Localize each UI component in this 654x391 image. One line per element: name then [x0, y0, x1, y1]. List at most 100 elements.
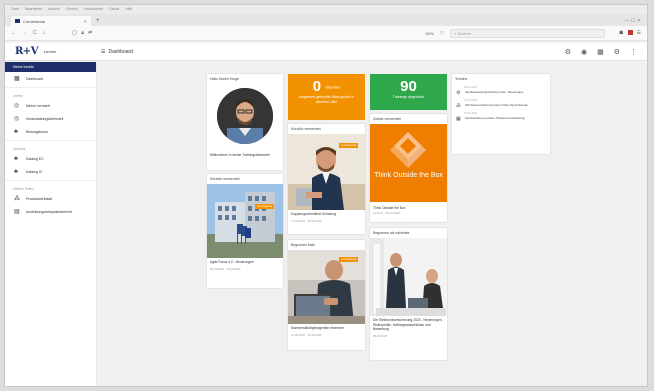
sidebar-item-katalog-ec[interactable]: ♣ Katalog EC [5, 152, 96, 165]
close-tab-icon[interactable]: ✕ [84, 19, 87, 24]
recent-card-3[interactable]: Zuletzt verwendet Think Outside the Box … [370, 114, 447, 222]
gear-icon[interactable]: ⚙ [614, 48, 620, 56]
browser-navbar: ← → C ⌂ ◯ 🔒︎ ⇄ 90% ☆ ⌕ Suchen ☗ ☰ [5, 26, 647, 41]
sidebar-item-label: Produktwerkstatt [26, 196, 53, 201]
sidebar-section-title: Weitere Seiten [13, 187, 34, 191]
extension-icon[interactable]: ☗ [619, 30, 623, 36]
sidebar: Meine Inhalte ▦ Dashboard Lernen ◎ Meine… [5, 62, 97, 386]
calendar-icon: ▦ [456, 116, 461, 122]
sidebar-section-title: Lernen [13, 94, 23, 98]
offer-badge: Lernangebote [339, 257, 359, 262]
gear-icon: ⚙ [456, 90, 461, 96]
page-title-text: Dashboard [108, 48, 133, 55]
logo[interactable]: R+V Lernen [5, 46, 97, 57]
sidebar-item-bildungskonto[interactable]: ♣ Bildungskonto [5, 125, 96, 138]
hours-label: Insgesamt gebuchte Bildungszeit in aktue… [298, 95, 355, 104]
browser-menubar: Datei Bearbeiten Ansicht Chronik Lesezei… [5, 5, 647, 14]
header-actions: ⚙ ◉ ▦ ⚙ ⋮ [565, 48, 647, 56]
begun-card[interactable]: Begonnen bald Lernangebote Sachverständi… [288, 240, 365, 350]
calendar-icon[interactable]: ▦ [597, 48, 604, 56]
sidebar-item-label: Ausbildungsreisepaketbericht [26, 209, 72, 214]
url-bar[interactable]: ◯ 🔒︎ ⇄ [72, 30, 92, 36]
logo-subtitle: Lernen [43, 49, 57, 54]
bookmark-star-icon[interactable]: ☆ [440, 30, 444, 36]
trainings-label: Trainings abgebucht [392, 95, 425, 99]
card-text: Die Elektronikversicherung 2023 - Neueru… [373, 318, 443, 331]
settings-icon[interactable]: ⚙ [565, 48, 571, 56]
sidebar-item-veranstaltungen[interactable]: ◎ Veranstaltungsübersicht [5, 112, 96, 125]
new-tab-button[interactable]: + [96, 16, 100, 26]
catalog-icon: ♣ [14, 168, 18, 175]
browser-window: Datei Bearbeiten Ansicht Chronik Lesezei… [4, 4, 648, 387]
meeting-image [370, 238, 447, 316]
extensions: ☗ ☰ [619, 30, 641, 36]
event-item[interactable]: ⚙ Sachbearbeitungsschulung Gold - Neueru… [452, 89, 550, 97]
building-image [207, 184, 283, 258]
begun-next-card[interactable]: Begonnen als nächstes Die Elektronikvers… [370, 228, 447, 360]
catalog-icon: ♣ [14, 155, 18, 162]
sidebar-item-lernwelt[interactable]: ◎ Meine Lernwelt [5, 99, 96, 112]
sidebar-item-label: Bildungskonto [26, 129, 48, 134]
sidebar-item-ausbildungsbericht[interactable]: ▤ Ausbildungsreisepaketbericht [5, 205, 96, 218]
hamburger-icon[interactable]: ☰ [101, 49, 105, 55]
menu-item[interactable]: Hilfe [125, 7, 132, 12]
event-item[interactable]: ⁂ IVD Sachversicherung Intern Online-Spr… [452, 102, 550, 110]
think-outside-title: Think Outside the Box [374, 172, 443, 179]
window-controls[interactable]: — ☐ ✕ [625, 16, 647, 26]
card-title: Kürzlich verwendet [291, 127, 321, 131]
zoom-level[interactable]: 90% [426, 31, 434, 36]
card-text: Kopplungsorientierte Schulung [291, 212, 336, 216]
trainings-tile[interactable]: 90 Trainings abgebucht [370, 74, 447, 110]
card-text: Agile Fokus 4.0 - Neuerungen [210, 260, 254, 264]
card-date: 09.03.2023 · 10.03.2023 [210, 266, 241, 271]
event-item[interactable]: ▦ Sachversicherung intern (Präsenzverans… [452, 115, 550, 123]
sidebar-item-katalog-ic[interactable]: ♣ Katalog IC [5, 165, 96, 178]
browser-tab[interactable]: Cornerstone ✕ [11, 16, 91, 26]
menu-item[interactable]: Chronik [66, 7, 78, 12]
think-outside-image: Think Outside the Box [370, 124, 447, 202]
avatar [217, 88, 273, 144]
hours-tile[interactable]: 0 Stunden Insgesamt gebuchte Bildungszei… [288, 74, 365, 120]
sidebar-item-active[interactable]: Meine Inhalte [5, 62, 96, 72]
sidebar-item-produktwerkstatt[interactable]: ⁂ Produktwerkstatt [5, 192, 96, 205]
page-title: ☰ Dashboard [97, 49, 133, 55]
menu-item[interactable]: Extras [109, 7, 119, 12]
reload-icon[interactable]: C [33, 30, 37, 36]
grid-icon: ▦ [14, 76, 20, 82]
divider [5, 140, 96, 141]
menu-item[interactable]: Ansicht [48, 7, 59, 12]
app-header: R+V Lernen ☰ Dashboard ⚙ ◉ ▦ ⚙ ⋮ [5, 43, 647, 61]
user-icon[interactable]: ◉ [581, 48, 587, 56]
extension-red-icon[interactable] [627, 30, 633, 35]
recent-card-1[interactable]: Kürzlich verwendet Lernangebote Agile Fo… [207, 174, 283, 288]
menu-item[interactable]: Lesezeichen [84, 7, 104, 12]
card-date: 01.09.2022 · 16.08.2022 [291, 332, 322, 337]
welcome-title: Hallo Martin Kruge [210, 77, 239, 81]
forward-icon[interactable]: → [22, 30, 27, 36]
card-text: Sachverständigenagenten erkennen [291, 326, 344, 330]
card-title: Begonnen als nächstes [373, 231, 410, 235]
sidebar-item-dashboard[interactable]: ▦ Dashboard [5, 72, 96, 85]
menu-item[interactable]: Datei [11, 7, 19, 12]
more-vertical-icon[interactable]: ⋮ [630, 48, 637, 56]
event-text: Sachbearbeitungsschulung Gold - Neuerung… [465, 90, 524, 94]
search-input[interactable]: ⌕ Suchen [450, 28, 606, 38]
card-title: Begonnen bald [291, 243, 315, 247]
globe-icon: ◎ [14, 103, 20, 109]
menu-item[interactable]: Bearbeiten [25, 7, 42, 12]
sidebar-item-label: Meine Lernwelt [26, 103, 50, 108]
home-icon[interactable]: ⌂ [43, 30, 46, 36]
card-title: Zuletzt verwendet [373, 117, 401, 121]
box-graphic [390, 132, 426, 168]
sidebar-item-label: Katalog EC [26, 156, 44, 161]
trainings-number: 90 [400, 78, 417, 95]
coins-icon: ♣ [14, 128, 18, 135]
divider [5, 87, 96, 88]
back-icon[interactable]: ← [11, 30, 16, 36]
menu-icon[interactable]: ☰ [637, 30, 641, 36]
lock-icon: 🔒︎ [81, 30, 84, 36]
card-title: Kürzlich verwendet [210, 177, 240, 181]
offer-badge: Lernangebote [339, 143, 359, 148]
sidebar-item-label: Veranstaltungsübersicht [26, 116, 64, 121]
recent-card-2[interactable]: Kürzlich verwendet Lernangebote Kopplung… [288, 124, 365, 234]
